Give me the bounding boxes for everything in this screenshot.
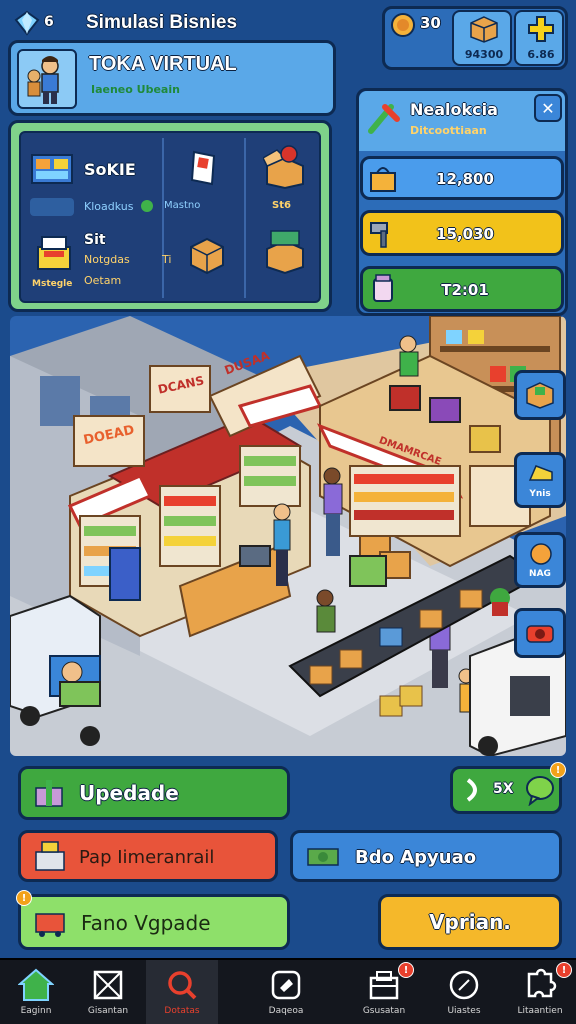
tag-icon	[271, 970, 301, 1000]
side-button-tape[interactable]	[514, 608, 566, 658]
farm-upgrade-label: Fano Vgpade	[81, 911, 211, 935]
nav-search-label: Dotatas	[164, 1006, 200, 1016]
shelf-icon	[30, 148, 74, 188]
puzzle-icon	[527, 968, 557, 998]
plus-button[interactable]: 6.86	[514, 10, 564, 66]
bag-icon	[366, 162, 400, 194]
store-subtitle: Iaeneo Ubeain	[91, 83, 180, 96]
store-scene-illustration	[10, 316, 566, 756]
box-stack-icon[interactable]	[186, 232, 228, 276]
side-button-cheese-label: Ynis	[529, 489, 551, 499]
leaf-icon	[140, 199, 154, 213]
chat-icon	[523, 773, 557, 807]
nav-search[interactable]: Dotatas	[146, 960, 218, 1024]
side-button-bowl[interactable]: NAG	[514, 532, 566, 588]
upgrade-label: Upedade	[79, 781, 179, 805]
inventory-row2-title: Sit	[84, 232, 106, 248]
box-shop-button[interactable]: 94300	[452, 10, 512, 66]
inventory-row2-sub-a: Notgdas	[84, 253, 130, 266]
notification-row-1-value: 12,800	[436, 170, 494, 188]
jar-icon	[366, 272, 400, 306]
side-button-bowl-label: NAG	[529, 569, 551, 579]
app-title: Simulasi Bisnies	[86, 12, 238, 33]
arrow-icon	[461, 775, 487, 805]
tape-icon	[526, 625, 554, 643]
boost-label: 5X	[493, 781, 514, 797]
home-icon	[18, 968, 54, 1001]
inventory-divider-2	[244, 138, 246, 298]
compass-icon	[449, 970, 479, 1000]
buy-button[interactable]: Bdo Apyuao	[290, 830, 562, 882]
side-button-cheese[interactable]: Ynis	[514, 452, 566, 508]
store-icon	[369, 971, 399, 1000]
cheese-icon	[527, 459, 555, 487]
buy-label: Bdo Apyuao	[355, 847, 477, 868]
nav-puzzle-badge: !	[556, 962, 572, 978]
inventory-row2-sub-b: Ti	[162, 253, 172, 266]
hammer-icon	[366, 216, 400, 250]
register-machine-icon	[31, 837, 69, 875]
box-value: 94300	[464, 48, 504, 61]
nav-tag[interactable]: Daqeoa	[250, 960, 322, 1024]
game-scene[interactable]: DOEAD DCANS DUSAA DMAMRCAE	[10, 316, 566, 756]
avatar	[17, 49, 77, 109]
nav-compass-label: Uiastes	[447, 1006, 481, 1016]
box-icon	[93, 970, 123, 1000]
nav-tag-label: Daqeoa	[268, 1006, 304, 1016]
price-tag-icon[interactable]	[186, 146, 222, 190]
notification-row-3-value: T2:01	[441, 281, 489, 299]
search-icon	[168, 971, 197, 1000]
notification-subtitle: Ditcoottiaan	[410, 124, 487, 137]
cart-icon	[31, 903, 69, 941]
nav-store-badge: !	[398, 962, 414, 978]
upgrade-confirm-label: Vprian.	[429, 910, 511, 934]
cash-icon	[303, 839, 343, 873]
inventory-row2-left-caption: Mstegle	[32, 279, 73, 289]
unlock-button[interactable]: Pap Iimeranrail	[18, 830, 278, 882]
open-box-icon[interactable]	[262, 142, 308, 192]
nav-store-label: Gsusatan	[362, 1006, 406, 1016]
inventory-row1-title: SoKIE	[84, 160, 136, 179]
crate-stack-icon[interactable]	[262, 226, 308, 276]
notification-row-2-value: 15,030	[436, 225, 494, 243]
store-name: TOKA VIRTUAL	[89, 53, 237, 75]
side-button-crate[interactable]	[514, 370, 566, 420]
farm-upgrade-button[interactable]: Fano Vgpade	[18, 894, 290, 950]
boost-badge: !	[550, 762, 566, 778]
notification-title: Nealokcia	[410, 100, 498, 119]
nav-compass[interactable]: Uiastes	[428, 960, 500, 1024]
coin-icon	[390, 12, 416, 38]
unlock-label: Pap Iimeranrail	[79, 847, 215, 868]
crate-icon	[526, 382, 554, 409]
upgrade-button[interactable]: Upedade	[18, 766, 290, 820]
bowl-icon	[527, 539, 555, 567]
gem-count: 6	[44, 14, 54, 30]
boost-button[interactable]: 5X	[450, 766, 562, 814]
inventory-row2-sub-c: Oetam	[84, 274, 122, 287]
plus-value: 6.86	[527, 48, 555, 61]
close-icon[interactable]: ✕	[534, 94, 562, 122]
nav-crate-label: Gisantan	[87, 1006, 129, 1016]
wrench-icon	[364, 96, 404, 136]
gift-icon	[31, 775, 67, 811]
register-icon	[34, 232, 74, 274]
inventory-row1-bar	[30, 198, 74, 216]
inventory-row1-sub-b: Mastno	[164, 200, 201, 211]
nav-home[interactable]: Eaginn	[0, 960, 72, 1024]
inventory-divider-1	[162, 138, 164, 298]
coin-count: 30	[420, 14, 441, 32]
nav-home-label: Eaginn	[20, 1006, 52, 1016]
farm-upgrade-badge: !	[16, 890, 32, 906]
crate-icon	[468, 14, 500, 44]
store-card[interactable]: TOKA VIRTUAL Iaeneo Ubeain	[8, 40, 336, 116]
gem-icon	[14, 10, 40, 36]
upgrade-confirm-button[interactable]: Vprian.	[378, 894, 562, 950]
inventory-row1-mid-caption: St6	[272, 200, 291, 211]
nav-crate[interactable]: Gisantan	[72, 960, 144, 1024]
plus-icon	[526, 14, 556, 44]
inventory-row1-sub-a: Kloadkus	[84, 200, 134, 213]
nav-puzzle-label: Litaantien	[517, 1006, 563, 1016]
